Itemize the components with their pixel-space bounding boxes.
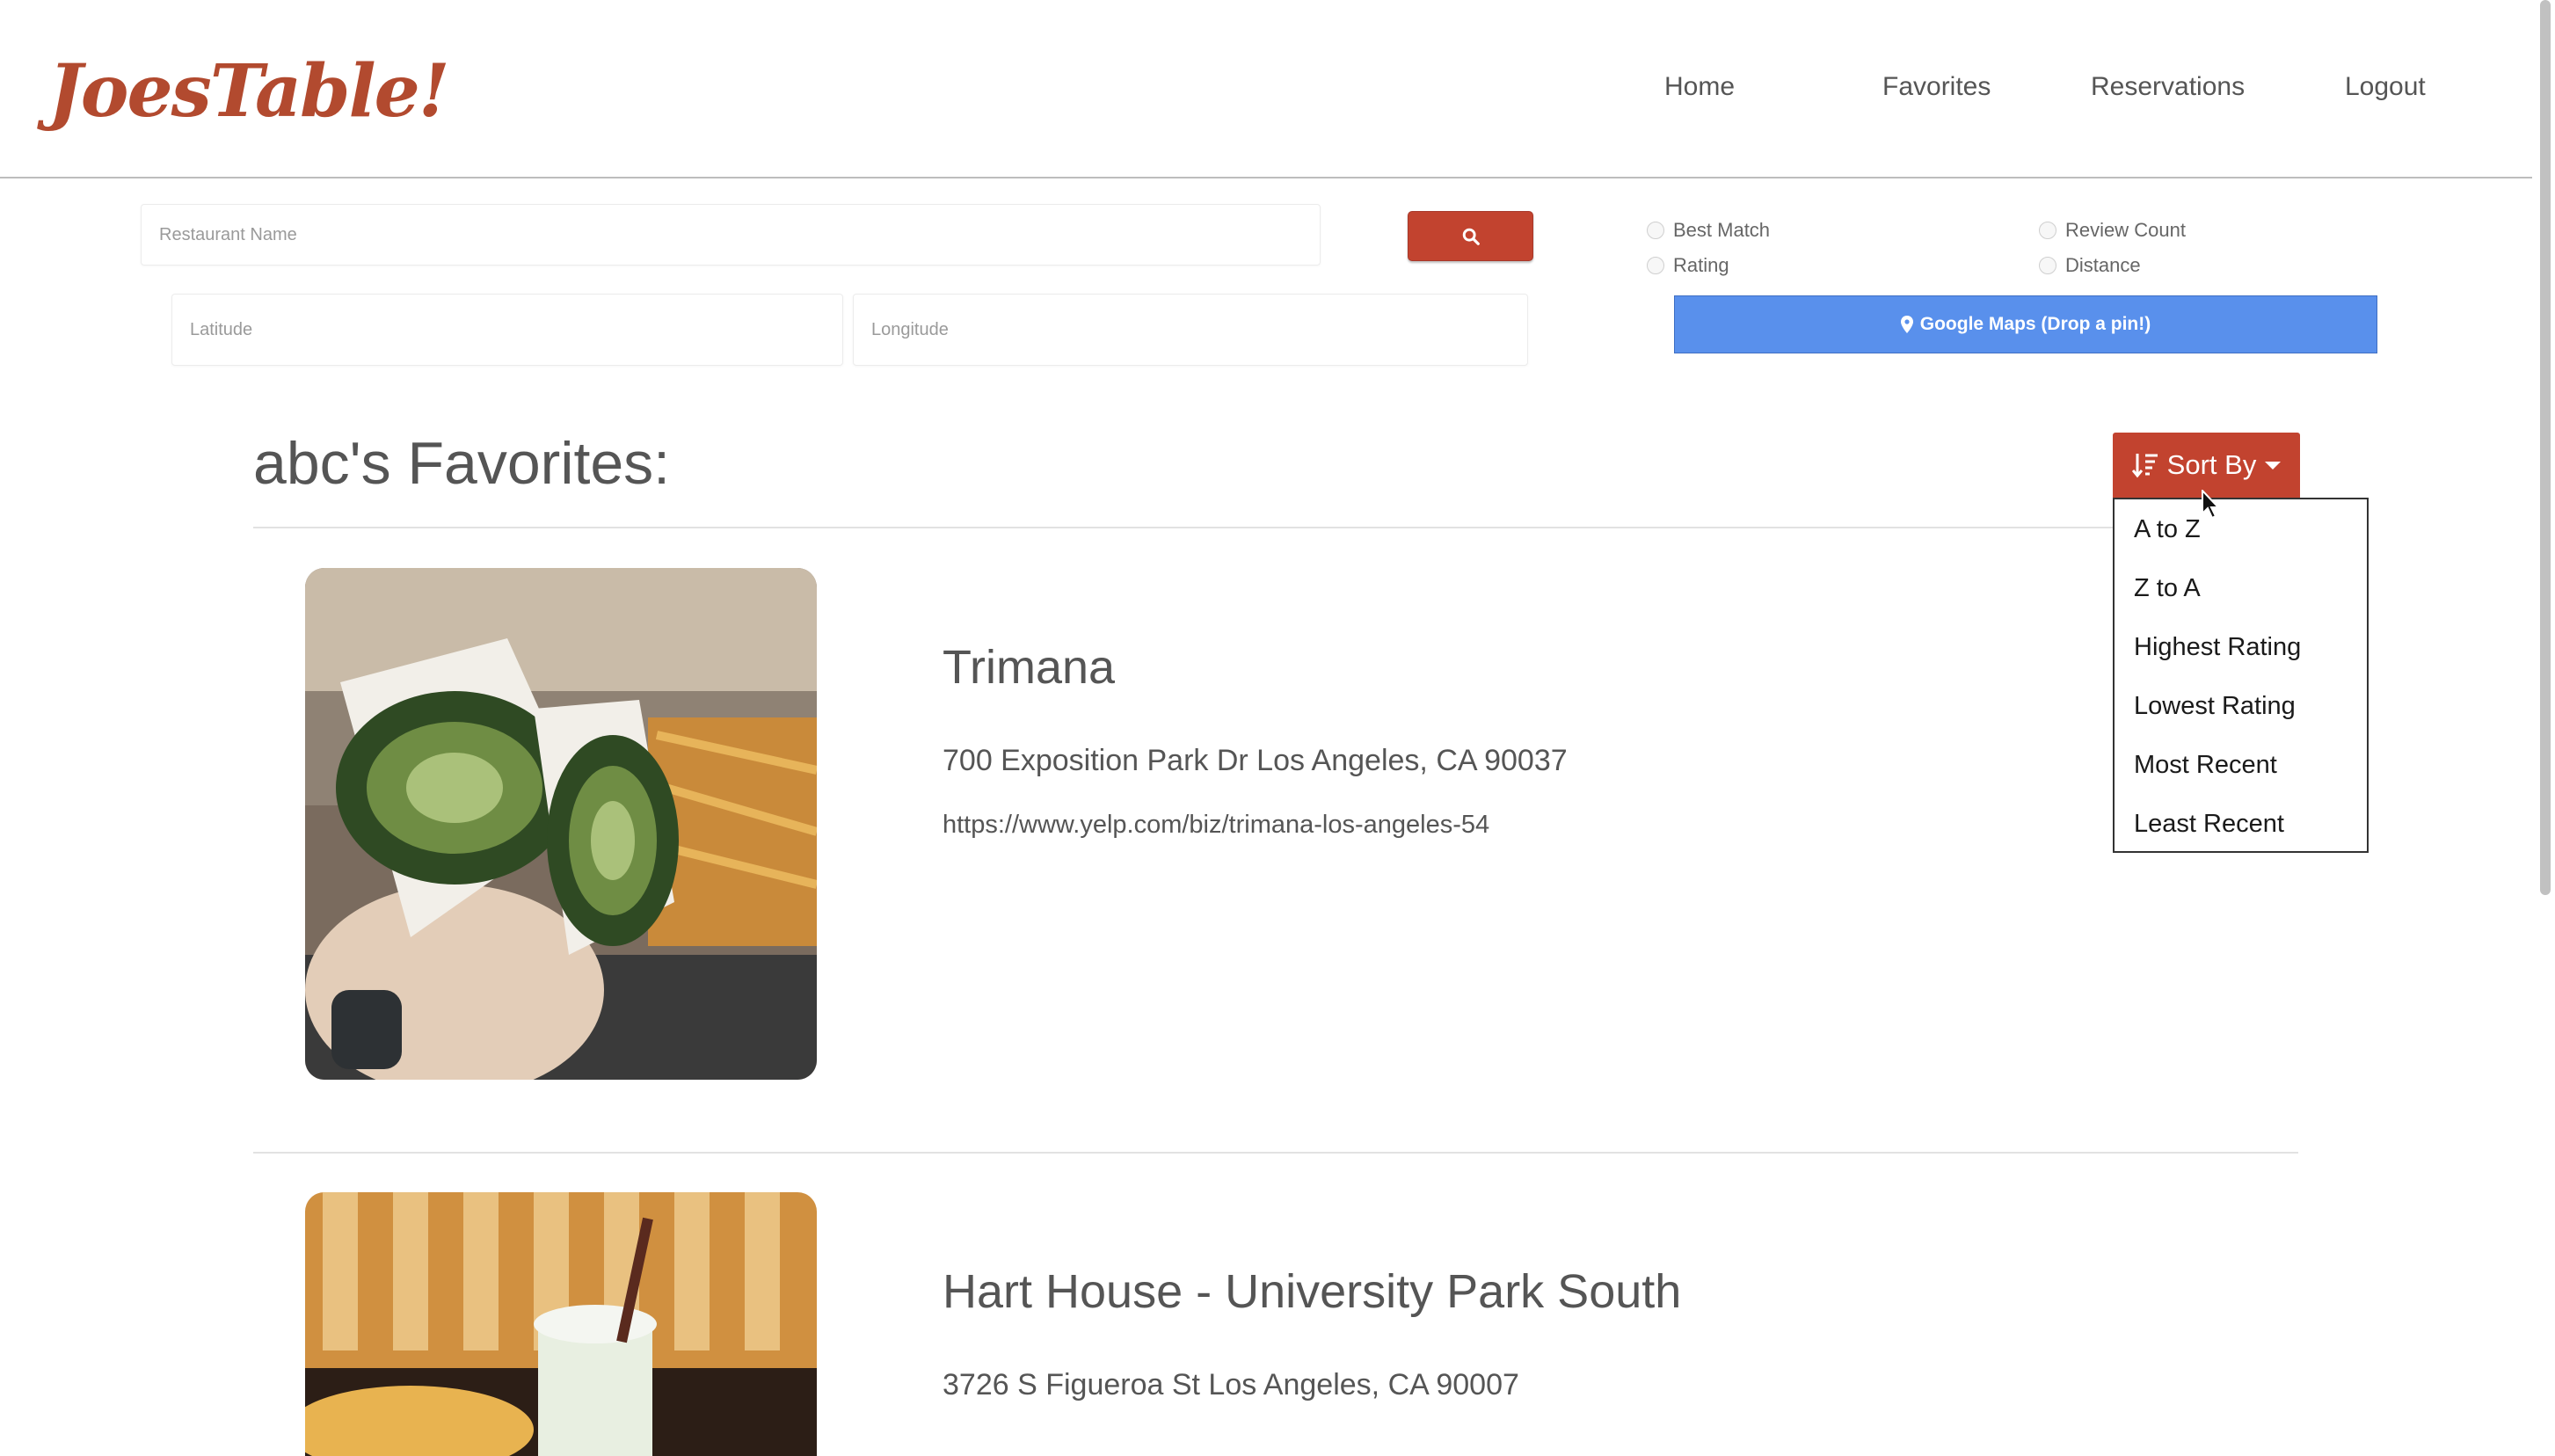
restaurant-address: 700 Exposition Park Dr Los Angeles, CA 9… bbox=[943, 744, 1568, 777]
radio-button[interactable] bbox=[2039, 222, 2056, 239]
radio-label: Distance bbox=[2065, 254, 2141, 276]
nav-favorites-link[interactable]: Favorites bbox=[1882, 72, 1991, 102]
sort-item-highest-rating[interactable]: Highest Rating bbox=[2134, 633, 2301, 662]
page-title: abc's Favorites: bbox=[253, 430, 671, 497]
nav-home-link[interactable]: Home bbox=[1664, 72, 1735, 102]
nav-reservations-link[interactable]: Reservations bbox=[2091, 72, 2245, 102]
sort-by-label: Sort By bbox=[2166, 449, 2257, 480]
search-icon bbox=[1462, 228, 1480, 245]
radio-button[interactable] bbox=[1647, 257, 1664, 274]
restaurant-name[interactable]: Hart House - University Park South bbox=[943, 1264, 1681, 1319]
google-maps-button-label: Google Maps (Drop a pin!) bbox=[1919, 314, 2151, 334]
radio-label: Review Count bbox=[2065, 219, 2186, 241]
radio-button[interactable] bbox=[1647, 222, 1664, 239]
food-image bbox=[305, 1192, 817, 1456]
google-maps-button[interactable]: Google Maps (Drop a pin!) bbox=[1674, 295, 2377, 353]
restaurant-name[interactable]: Trimana bbox=[943, 640, 1115, 695]
sort-option-distance[interactable]: Distance bbox=[2039, 254, 2141, 277]
brand-logo[interactable]: JoesTable! bbox=[48, 49, 450, 134]
longitude-input[interactable] bbox=[853, 294, 1528, 366]
search-button[interactable] bbox=[1408, 211, 1533, 261]
nav-logout-link[interactable]: Logout bbox=[2345, 72, 2426, 102]
map-pin-icon bbox=[1900, 316, 1913, 333]
scrollbar-thumb[interactable] bbox=[2540, 0, 2551, 895]
restaurant-name-input[interactable] bbox=[141, 204, 1321, 266]
radio-button[interactable] bbox=[2039, 257, 2056, 274]
sort-item-a-to-z[interactable]: A to Z bbox=[2134, 515, 2201, 544]
latitude-input[interactable] bbox=[171, 294, 843, 366]
food-image bbox=[305, 568, 817, 1080]
sort-option-best-match[interactable]: Best Match bbox=[1647, 219, 1770, 242]
divider bbox=[253, 1152, 2298, 1154]
sort-option-rating[interactable]: Rating bbox=[1647, 254, 1729, 277]
sort-item-least-recent[interactable]: Least Recent bbox=[2134, 810, 2284, 839]
sort-by-button[interactable]: Sort By bbox=[2113, 433, 2300, 498]
sort-item-lowest-rating[interactable]: Lowest Rating bbox=[2134, 692, 2296, 721]
mouse-cursor-icon bbox=[2202, 490, 2221, 520]
sort-dropdown-menu: A to Z Z to A Highest Rating Lowest Rati… bbox=[2113, 498, 2369, 853]
restaurant-photo[interactable] bbox=[305, 1192, 817, 1456]
sort-option-review-count[interactable]: Review Count bbox=[2039, 219, 2186, 242]
radio-label: Best Match bbox=[1673, 219, 1771, 241]
sort-icon bbox=[2131, 454, 2158, 478]
divider bbox=[253, 527, 2298, 528]
caret-down-icon bbox=[2265, 462, 2282, 470]
sort-item-most-recent[interactable]: Most Recent bbox=[2134, 751, 2277, 780]
restaurant-address: 3726 S Figueroa St Los Angeles, CA 90007 bbox=[943, 1368, 1519, 1401]
restaurant-photo[interactable] bbox=[305, 568, 817, 1080]
restaurant-yelp-link[interactable]: https://www.yelp.com/biz/trimana-los-ang… bbox=[943, 811, 1489, 840]
sort-item-z-to-a[interactable]: Z to A bbox=[2134, 574, 2201, 603]
radio-label: Rating bbox=[1673, 254, 1729, 276]
